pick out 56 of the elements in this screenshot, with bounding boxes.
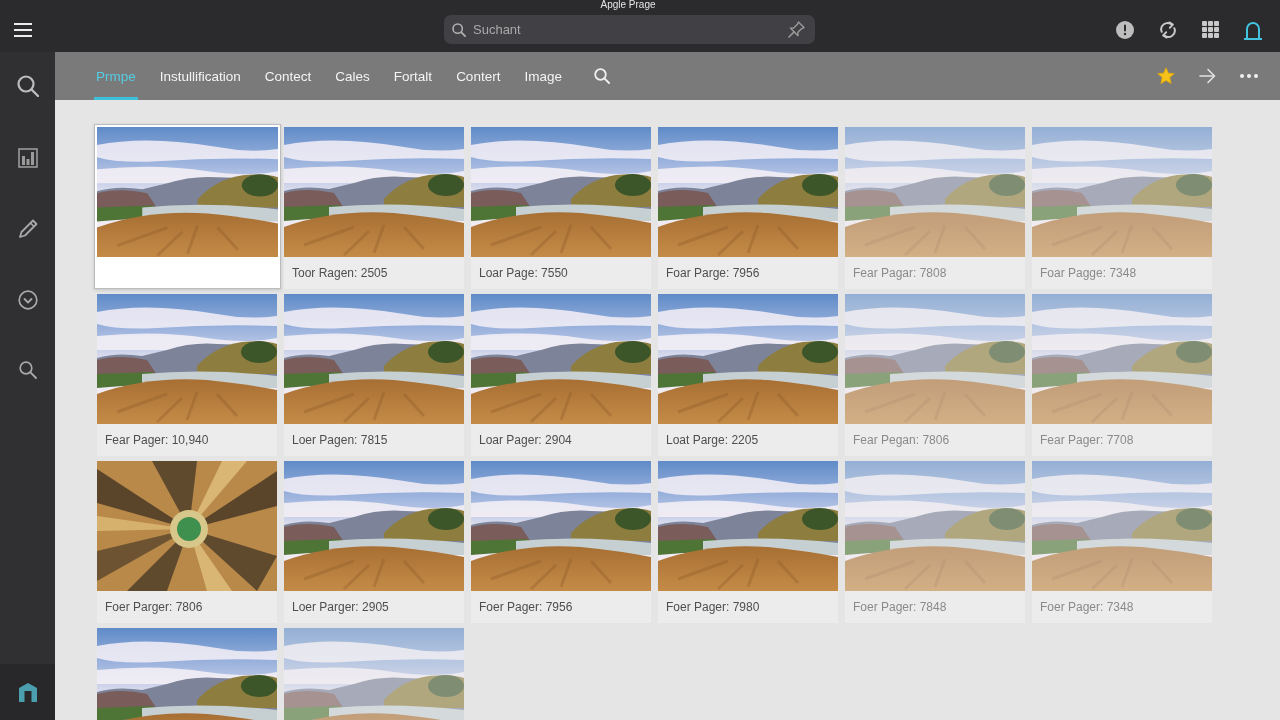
image-card[interactable]: Toor Ragen: 2505 [284,127,464,289]
image-caption: Foar Parge: 7956 [665,265,761,282]
chart-icon[interactable] [17,148,38,168]
star-icon[interactable] [1157,67,1175,85]
window-title: Apgle Prage [600,0,656,10]
bell-icon[interactable] [1244,19,1262,40]
tab[interactable]: Prmpe [94,52,138,100]
image-card[interactable]: Foer Pager: 7956 [471,461,651,623]
alert-icon[interactable] [1116,20,1134,39]
image-card[interactable]: Foar Parge: 7956 [658,127,838,289]
circle-chevron-icon[interactable] [17,290,38,310]
image-caption: Fear Pagar: 7808 [852,265,948,282]
tab[interactable]: Contert [454,52,503,100]
logo-icon[interactable] [17,682,38,702]
more-icon[interactable] [1240,74,1258,78]
zoom-icon[interactable] [18,361,37,379]
pencil-icon[interactable] [17,219,38,239]
image-card[interactable]: Loat Parge: 2205 [658,294,838,456]
image-card[interactable]: Foer Pager: 7980 [658,461,838,623]
arrow-icon[interactable] [1199,68,1216,84]
image-card[interactable]: Fear Pager: 10,940 [97,294,277,456]
search-icon [452,23,466,37]
image-caption: Foer Pager: 7956 [478,599,574,616]
image-caption: Loer Pagen: 7815 [291,432,389,449]
image-caption: Foer Parger: 7806 [104,599,204,616]
grid-icon[interactable] [1202,21,1219,38]
image-card[interactable]: Loar Page: 7550 [471,127,651,289]
image-card[interactable]: Loer Pagen: 7815 [284,294,464,456]
image-caption: Fear Pager: 10,940 [104,432,210,449]
tab[interactable]: Cales [333,52,372,100]
landscape-image[interactable] [97,628,277,720]
image-caption: Foer Pager: 7980 [665,599,761,616]
image-caption: Loat Parge: 2205 [665,432,760,449]
sync-icon[interactable] [1159,20,1177,39]
image-caption: Loer Parger: 2905 [291,599,390,616]
image-caption: Loar Pager: 2904 [478,432,573,449]
image-caption: Foar Pagge: 7348 [1039,265,1138,282]
image-card[interactable]: Loar Pager: 2904 [471,294,651,456]
image-card[interactable] [94,124,281,289]
image-card[interactable]: Loer Parger: 2905 [284,461,464,623]
image-caption: Foer Pager: 7848 [852,599,948,616]
search-icon[interactable] [593,68,610,84]
search-field[interactable]: Suchant [444,15,815,44]
pin-icon[interactable] [788,21,805,38]
tab[interactable]: Image [522,52,564,100]
image-caption: Fear Pager: 7708 [1039,432,1135,449]
image-caption: Toor Ragen: 2505 [291,265,389,282]
tab[interactable]: Instullification [157,52,243,100]
image-caption: Fear Pegan: 7806 [852,432,951,449]
tab[interactable]: Contect [262,52,314,100]
menu-icon[interactable] [14,22,32,37]
tab[interactable]: Fortalt [391,52,435,100]
search-icon[interactable] [16,75,39,97]
image-caption: Foer Pager: 7348 [1039,599,1135,616]
image-card[interactable]: Foer Parger: 7806 [97,461,277,623]
image-caption: Loar Page: 7550 [478,265,569,282]
